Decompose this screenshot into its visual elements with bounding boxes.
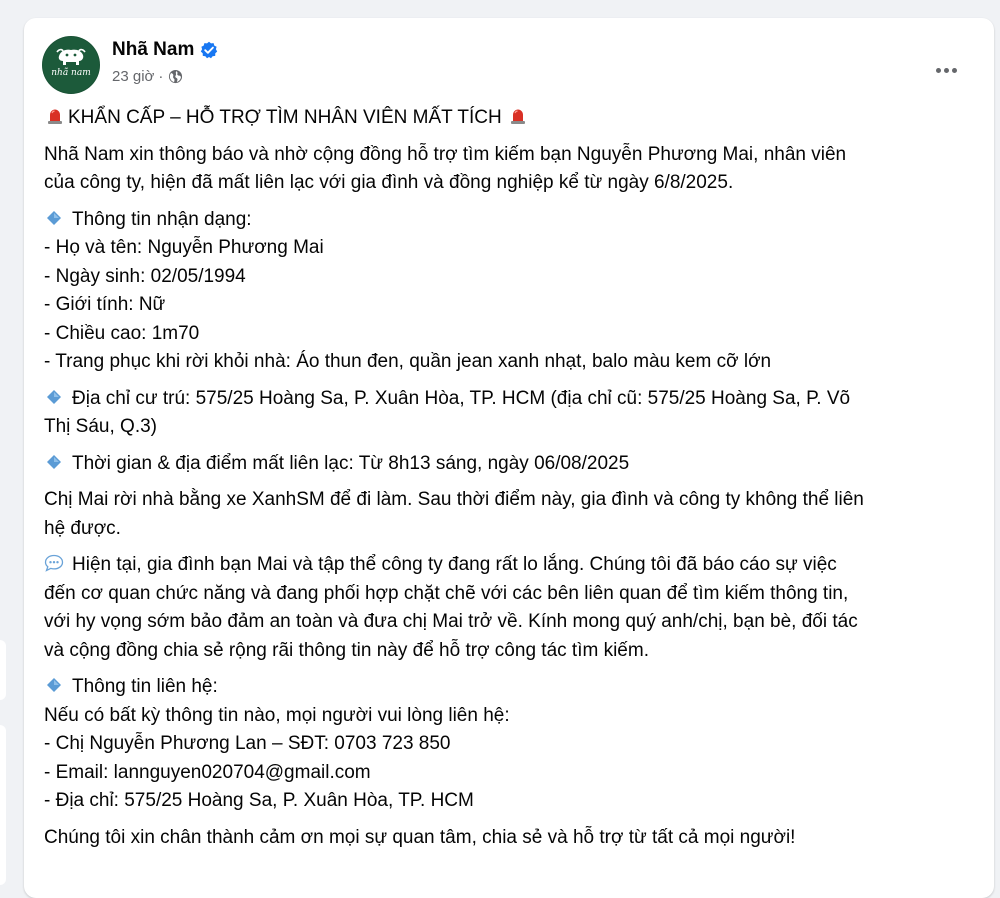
text-line: và cộng đồng chia sẻ rộng rãi thông tin … bbox=[44, 639, 649, 661]
globe-icon[interactable] bbox=[168, 69, 183, 84]
text-line: với hy vọng sớm bảo đảm an toàn và đưa c… bbox=[44, 611, 858, 632]
buffalo-logo-icon bbox=[56, 48, 86, 65]
closing-paragraph: Chúng tôi xin chân thành cảm ơn mọi sự q… bbox=[44, 824, 984, 853]
post-timestamp[interactable]: 23 giờ bbox=[112, 68, 154, 85]
blue-diamond-icon bbox=[47, 454, 61, 469]
address-line: Địa chỉ cư trú: 575/25 Hoàng Sa, P. Xuân… bbox=[44, 385, 984, 414]
identity-item: - Họ và tên: Nguyễn Phương Mai bbox=[44, 237, 324, 258]
page-name-row: Nhã Nam bbox=[112, 38, 218, 62]
blue-diamond-icon bbox=[47, 389, 61, 404]
identity-heading-line: Thông tin nhận dạng: bbox=[44, 206, 984, 235]
text-line: hệ được. bbox=[44, 517, 121, 539]
identity-item: - Ngày sinh: 02/05/1994 bbox=[44, 265, 246, 287]
post-card: nhã nam Nhã Nam 23 giờ · KHẨN CẤP – HỖ T… bbox=[24, 18, 994, 898]
intro-paragraph: Nhã Nam xin thông báo và nhờ cộng đồng h… bbox=[44, 141, 984, 198]
identity-item: - Giới tính: Nữ bbox=[44, 294, 166, 315]
closing-text: Chúng tôi xin chân thành cảm ơn mọi sự q… bbox=[44, 826, 796, 848]
blue-diamond-icon bbox=[47, 210, 61, 225]
siren-icon bbox=[510, 109, 525, 124]
more-options-button[interactable] bbox=[928, 60, 964, 80]
address-paragraph: Địa chỉ cư trú: 575/25 Hoàng Sa, P. Xuân… bbox=[44, 385, 984, 442]
identity-heading: Thông tin nhận dạng: bbox=[72, 208, 252, 230]
identity-item: - Trang phục khi rời khỏi nhà: Áo thun đ… bbox=[44, 351, 772, 372]
identity-paragraph: Thông tin nhận dạng: - Họ và tên: Nguyễn… bbox=[44, 206, 984, 377]
lost-contact-text: Thời gian & địa điểm mất liên lạc: Từ 8h… bbox=[72, 452, 630, 474]
contact-item: - Email: lannguyen020704@gmail.com bbox=[44, 761, 371, 783]
current-status-paragraph: Hiện tại, gia đình bạn Mai và tập thể cô… bbox=[44, 551, 984, 665]
contact-item: Nếu có bất kỳ thông tin nào, mọi người v… bbox=[44, 704, 510, 726]
post-title: KHẨN CẤP – HỖ TRỢ TÌM NHÂN VIÊN MẤT TÍCH bbox=[68, 107, 502, 128]
post-body: KHẨN CẤP – HỖ TRỢ TÌM NHÂN VIÊN MẤT TÍCH… bbox=[44, 104, 984, 860]
speech-bubble-icon bbox=[44, 554, 64, 572]
adjacent-card-edge bbox=[0, 725, 6, 885]
avatar[interactable]: nhã nam bbox=[42, 36, 100, 94]
status-text: Hiện tại, gia đình bạn Mai và tập thể cô… bbox=[72, 554, 837, 575]
text-line: của công ty, hiện đã mất liên lạc với gi… bbox=[44, 172, 734, 193]
avatar-logo-text: nhã nam bbox=[51, 68, 91, 78]
leave-paragraph: Chị Mai rời nhà bằng xe XanhSM để đi làm… bbox=[44, 486, 984, 543]
text-line: Nhã Nam xin thông báo và nhờ cộng đồng h… bbox=[44, 143, 847, 165]
siren-icon bbox=[48, 109, 62, 124]
more-options-dot bbox=[951, 67, 957, 73]
page-name-link[interactable]: Nhã Nam bbox=[112, 38, 194, 62]
post-meta: 23 giờ · bbox=[112, 65, 183, 87]
lost-contact-line: Thời gian & địa điểm mất liên lạc: Từ 8h… bbox=[44, 450, 984, 479]
more-options-dot bbox=[943, 67, 949, 73]
verified-badge-icon bbox=[201, 41, 218, 59]
contact-heading: Thông tin liên hệ: bbox=[72, 676, 218, 697]
contact-paragraph: Thông tin liên hệ: Nếu có bất kỳ thông t… bbox=[44, 673, 984, 816]
text-line: đến cơ quan chức năng và đang phối hợp c… bbox=[44, 582, 849, 604]
post-header: nhã nam Nhã Nam 23 giờ · bbox=[42, 36, 972, 96]
text-line: Thị Sáu, Q.3) bbox=[44, 416, 157, 437]
meta-separator: · bbox=[158, 67, 164, 85]
contact-heading-line: Thông tin liên hệ: bbox=[44, 673, 984, 702]
contact-item: - Địa chỉ: 575/25 Hoàng Sa, P. Xuân Hòa,… bbox=[44, 790, 474, 811]
adjacent-card-edge bbox=[0, 640, 6, 700]
contact-item: - Chị Nguyễn Phương Lan – SĐT: 0703 723 … bbox=[44, 733, 451, 754]
text-line: Chị Mai rời nhà bằng xe XanhSM để đi làm… bbox=[44, 489, 864, 510]
more-options-icon bbox=[935, 67, 941, 73]
address-text: Địa chỉ cư trú: 575/25 Hoàng Sa, P. Xuân… bbox=[72, 387, 851, 409]
post-title-paragraph: KHẨN CẤP – HỖ TRỢ TÌM NHÂN VIÊN MẤT TÍCH bbox=[44, 104, 984, 133]
blue-diamond-icon bbox=[47, 678, 61, 692]
lost-contact-paragraph: Thời gian & địa điểm mất liên lạc: Từ 8h… bbox=[44, 450, 984, 479]
post-title-line: KHẨN CẤP – HỖ TRỢ TÌM NHÂN VIÊN MẤT TÍCH bbox=[44, 104, 984, 133]
identity-item: - Chiều cao: 1m70 bbox=[44, 322, 200, 344]
status-line: Hiện tại, gia đình bạn Mai và tập thể cô… bbox=[44, 551, 984, 580]
